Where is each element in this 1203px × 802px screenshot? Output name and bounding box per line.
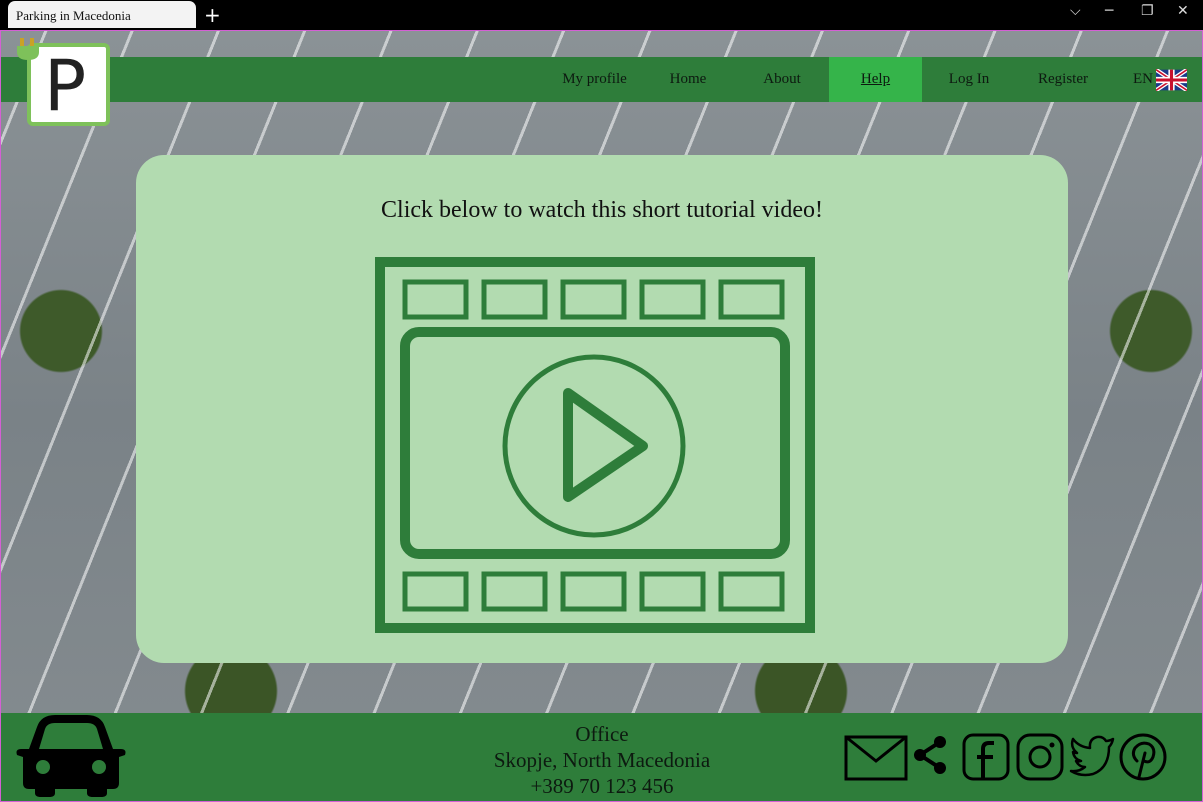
nav-home[interactable]: Home [641,57,735,102]
tab-list-button[interactable]: ⌵ [1070,3,1081,19]
tutorial-card: Click below to watch this short tutorial… [136,155,1068,663]
browser-titlebar: Parking in Macedonia + ⌵ ─ ❐ ✕ [0,0,1203,30]
nav-register[interactable]: Register [1016,57,1110,102]
restore-button[interactable]: ❐ [1141,3,1154,19]
close-window-button[interactable]: ✕ [1177,3,1189,19]
tab-title: Parking in Macedonia [16,8,131,23]
new-tab-button[interactable]: + [204,3,221,27]
minimize-button[interactable]: ─ [1105,3,1113,19]
share-icon[interactable] [911,735,949,775]
page: My profile Home About Help Log In Regist… [0,30,1203,802]
browser-tab[interactable]: Parking in Macedonia [8,1,196,28]
office-title: Office [575,722,629,746]
nav-my-profile[interactable]: My profile [547,57,642,102]
language-label[interactable]: EN [1129,57,1157,102]
facebook-icon[interactable] [962,733,1010,781]
instagram-icon[interactable] [1016,733,1064,781]
car-icon [16,715,126,797]
navbar: My profile Home About Help Log In Regist… [1,57,1202,102]
plug-icon [17,38,39,60]
office-info: Office Skopje, North Macedonia +389 70 1… [402,721,802,799]
office-phone: +389 70 123 456 [530,774,674,798]
nav-log-in[interactable]: Log In [922,57,1016,102]
tutorial-heading: Click below to watch this short tutorial… [381,197,823,223]
nav-about[interactable]: About [735,57,829,102]
office-address: Skopje, North Macedonia [493,748,711,772]
footer: Office Skopje, North Macedonia +389 70 1… [1,713,1202,801]
logo-letter: P [44,45,87,127]
uk-flag-icon[interactable] [1156,69,1187,91]
twitter-icon[interactable] [1069,733,1115,777]
video-play-icon[interactable] [375,257,815,633]
pinterest-icon[interactable] [1119,733,1167,781]
mail-icon[interactable] [844,735,908,781]
nav-help[interactable]: Help [829,57,922,102]
